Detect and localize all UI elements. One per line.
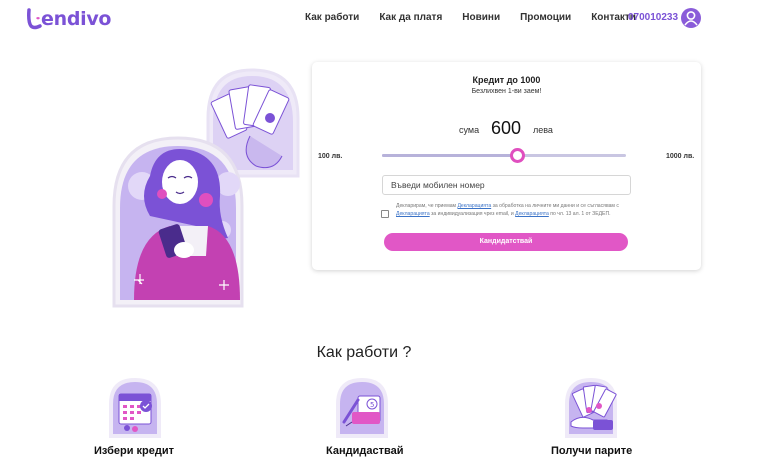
calendar-icon: [109, 378, 161, 438]
amount-slider[interactable]: [382, 154, 626, 157]
phone-link[interactable]: 070010233: [628, 12, 678, 23]
hero-illustration: [112, 68, 300, 308]
logo-mark-icon: [27, 8, 42, 30]
svg-text:5: 5: [370, 401, 374, 409]
step-label-get-money: Получи парите: [551, 445, 633, 457]
site-header: endivo Как работи Как да платя Новини Пр…: [0, 0, 768, 38]
amount-label: сума: [459, 125, 480, 135]
amount-unit: лева: [533, 125, 553, 135]
document-pen-icon: 5: [336, 378, 388, 438]
consent-text-part: за обработка на личните ми данни и се съ…: [491, 203, 619, 209]
consent-text-part: по чл. 13 ал. 1 от ЗЕДЕП.: [548, 211, 611, 217]
logo-text: endivo: [41, 8, 112, 30]
slider-thumb[interactable]: [510, 148, 526, 163]
nav-news[interactable]: Новини: [462, 12, 500, 23]
nav-how-to-pay[interactable]: Как да платя: [379, 12, 442, 23]
consent-text: Декларирам, че приемам Декларацията за о…: [396, 202, 624, 218]
declaration-link-personal-data[interactable]: Декларацията: [457, 203, 491, 209]
mobile-number-input[interactable]: [382, 175, 631, 195]
card-subtitle: Безлихвен 1-ви заем!: [471, 88, 542, 95]
slider-max-label: 1000 лв.: [666, 153, 695, 160]
consent-checkbox[interactable]: [381, 210, 389, 218]
how-it-works-title: Как работи ?: [316, 344, 412, 361]
user-avatar-icon[interactable]: [681, 8, 701, 28]
cash-hand-icon: [565, 378, 617, 438]
slider-min-label: 100 лв.: [318, 153, 343, 160]
step-label-apply: Кандидаствай: [326, 445, 404, 457]
loan-calculator-card: Кредит до 1000 Безлихвен 1-ви заем! сума…: [312, 62, 701, 270]
amount-value: 600: [491, 118, 522, 138]
nav-promotions[interactable]: Промоции: [520, 12, 571, 23]
slider-fill: [382, 154, 518, 157]
nav-how-it-works[interactable]: Как работи: [305, 12, 359, 23]
logo[interactable]: endivo: [26, 6, 111, 32]
apply-button[interactable]: Кандидатствай: [384, 233, 628, 251]
step-label-choose-credit: Избери кредит: [94, 445, 175, 457]
card-title: Кредит до 1000: [472, 75, 541, 85]
main-nav: Как работи Как да платя Новини Промоции …: [305, 12, 656, 23]
declaration-link-email[interactable]: Декларацията: [396, 211, 430, 217]
consent-text-part: за индивидуализация чрез email, и: [429, 211, 516, 217]
consent-text-part: Декларирам, че приемам: [396, 203, 458, 209]
declaration-link-zedep[interactable]: Декларацията: [515, 211, 549, 217]
